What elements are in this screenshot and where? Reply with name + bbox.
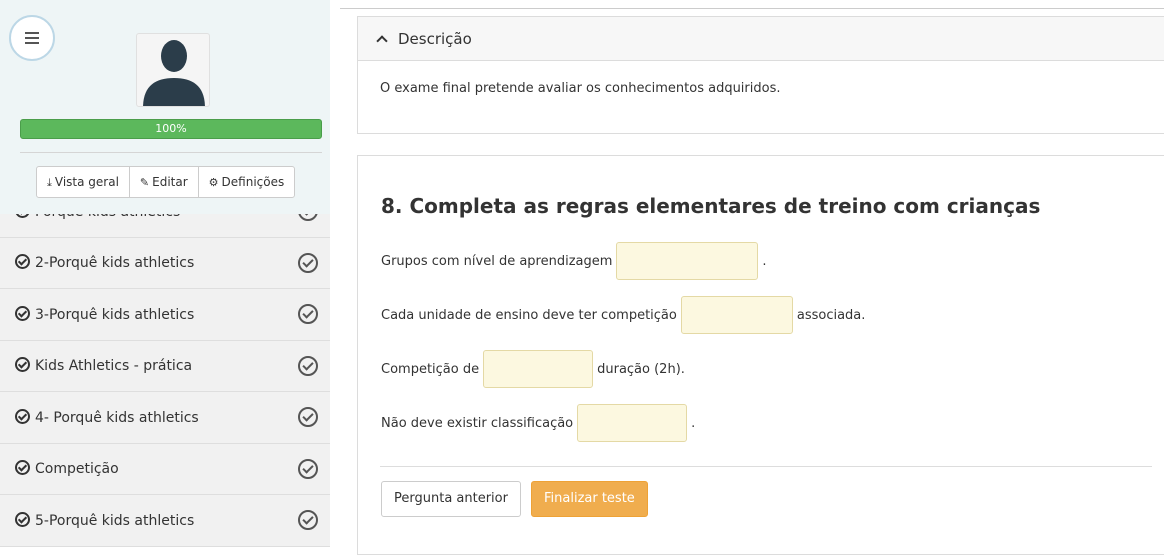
check-circle-icon bbox=[15, 460, 30, 476]
settings-button-label: Definições bbox=[221, 175, 285, 189]
lesson-title: 4- Porquê kids athletics bbox=[35, 409, 199, 426]
list-item[interactable]: 3-Porquê kids athletics bbox=[0, 289, 330, 341]
check-circle-icon bbox=[15, 254, 30, 270]
lesson-list: Porquê kids athletics 2-Porquê kids athl… bbox=[0, 186, 330, 547]
hamburger-icon bbox=[25, 32, 39, 44]
list-item[interactable]: Kids Athletics - prática bbox=[0, 340, 330, 392]
lesson-title: Kids Athletics - prática bbox=[35, 358, 193, 375]
completed-check-icon bbox=[298, 407, 318, 428]
gear-icon: ⚙ bbox=[208, 176, 219, 189]
list-item[interactable]: Competição bbox=[0, 443, 330, 495]
list-item-label: 3-Porquê kids athletics bbox=[15, 305, 298, 323]
completed-check-icon bbox=[298, 252, 318, 273]
line-text-after: associada. bbox=[796, 307, 866, 323]
check-circle-icon bbox=[15, 357, 30, 373]
chevron-up-icon bbox=[376, 35, 388, 47]
edit-button[interactable]: ✎ Editar bbox=[130, 167, 199, 197]
list-item-label: Competição bbox=[15, 460, 298, 477]
question-line: Grupos com nível de aprendizagem . bbox=[381, 242, 767, 280]
line-text-before: Não deve existir classificação bbox=[381, 415, 574, 431]
sidebar: 100% ⤓Vista geral ✎Editar ⚙Definições Po… bbox=[0, 0, 330, 547]
list-item[interactable]: 2-Porquê kids athletics bbox=[0, 237, 330, 289]
question-line: Competição de duração (2h). bbox=[381, 350, 685, 388]
question-panel: 8. Completa as regras elementares de tre… bbox=[357, 155, 1164, 555]
answer-blank-2[interactable] bbox=[680, 296, 793, 334]
answer-blank-4[interactable] bbox=[577, 404, 688, 442]
divider bbox=[20, 152, 322, 153]
line-text-before: Cada unidade de ensino deve ter competiç… bbox=[381, 307, 677, 323]
profile-button-group: ⤓ Vista geral ✎ Editar ⚙ Definições bbox=[36, 166, 296, 198]
top-divider bbox=[340, 8, 1164, 9]
line-text-after: . bbox=[691, 415, 696, 431]
completed-check-icon bbox=[298, 304, 318, 325]
list-item-label: Kids Athletics - prática bbox=[15, 357, 298, 374]
question-line: Não deve existir classificação . bbox=[381, 404, 695, 442]
list-item-label: 4- Porquê kids athletics bbox=[15, 408, 298, 426]
menu-toggle-button[interactable] bbox=[9, 15, 55, 61]
check-circle-icon bbox=[15, 305, 30, 321]
list-item-label: 2-Porquê kids athletics bbox=[15, 254, 298, 271]
line-text-after: . bbox=[762, 253, 767, 269]
pencil-icon: ✎ bbox=[139, 176, 150, 189]
description-text: O exame final pretende avaliar os conhec… bbox=[380, 81, 781, 96]
line-text-before: Competição de bbox=[381, 361, 480, 377]
lesson-title: 5-Porquê kids athletics bbox=[35, 512, 195, 529]
completed-check-icon bbox=[298, 458, 318, 479]
question-line: Cada unidade de ensino deve ter competiç… bbox=[381, 296, 865, 334]
overview-button-label: Vista geral bbox=[54, 175, 119, 189]
line-text-before: Grupos com nível de aprendizagem bbox=[381, 253, 613, 269]
lesson-title: 2-Porquê kids athletics bbox=[35, 255, 195, 272]
answer-blank-1[interactable] bbox=[616, 242, 759, 280]
question-title: 8. Completa as regras elementares de tre… bbox=[381, 194, 1041, 218]
finish-test-button[interactable]: Finalizar teste bbox=[531, 481, 648, 517]
progress-bar: 100% bbox=[20, 119, 322, 139]
check-circle-icon bbox=[15, 408, 30, 424]
avatar bbox=[136, 33, 210, 107]
download-icon: ⤓ bbox=[47, 176, 52, 189]
progress-label: 100% bbox=[155, 122, 187, 135]
settings-button[interactable]: ⚙ Definições bbox=[199, 167, 295, 197]
description-header[interactable]: Descrição bbox=[358, 17, 1164, 61]
answer-blank-3[interactable] bbox=[483, 350, 594, 388]
list-item-label: 5-Porquê kids athletics bbox=[15, 511, 298, 529]
overview-button[interactable]: ⤓ Vista geral bbox=[37, 167, 130, 197]
divider bbox=[380, 466, 1152, 467]
completed-check-icon bbox=[298, 510, 318, 531]
profile-panel: 100% ⤓ Vista geral ✎ Editar ⚙ Definições bbox=[0, 0, 330, 214]
description-heading: Descrição bbox=[398, 29, 472, 48]
line-text-after: duração (2h). bbox=[597, 361, 685, 377]
completed-check-icon bbox=[298, 355, 318, 376]
user-silhouette-icon bbox=[143, 40, 205, 106]
lesson-title: 3-Porquê kids athletics bbox=[35, 306, 195, 323]
lesson-title: Competição bbox=[35, 461, 119, 478]
description-panel: Descrição O exame final pretende avaliar… bbox=[357, 16, 1164, 134]
check-circle-icon bbox=[15, 511, 30, 527]
previous-question-button[interactable]: Pergunta anterior bbox=[381, 481, 521, 517]
edit-button-label: Editar bbox=[152, 175, 188, 189]
list-item[interactable]: 4- Porquê kids athletics bbox=[0, 392, 330, 444]
